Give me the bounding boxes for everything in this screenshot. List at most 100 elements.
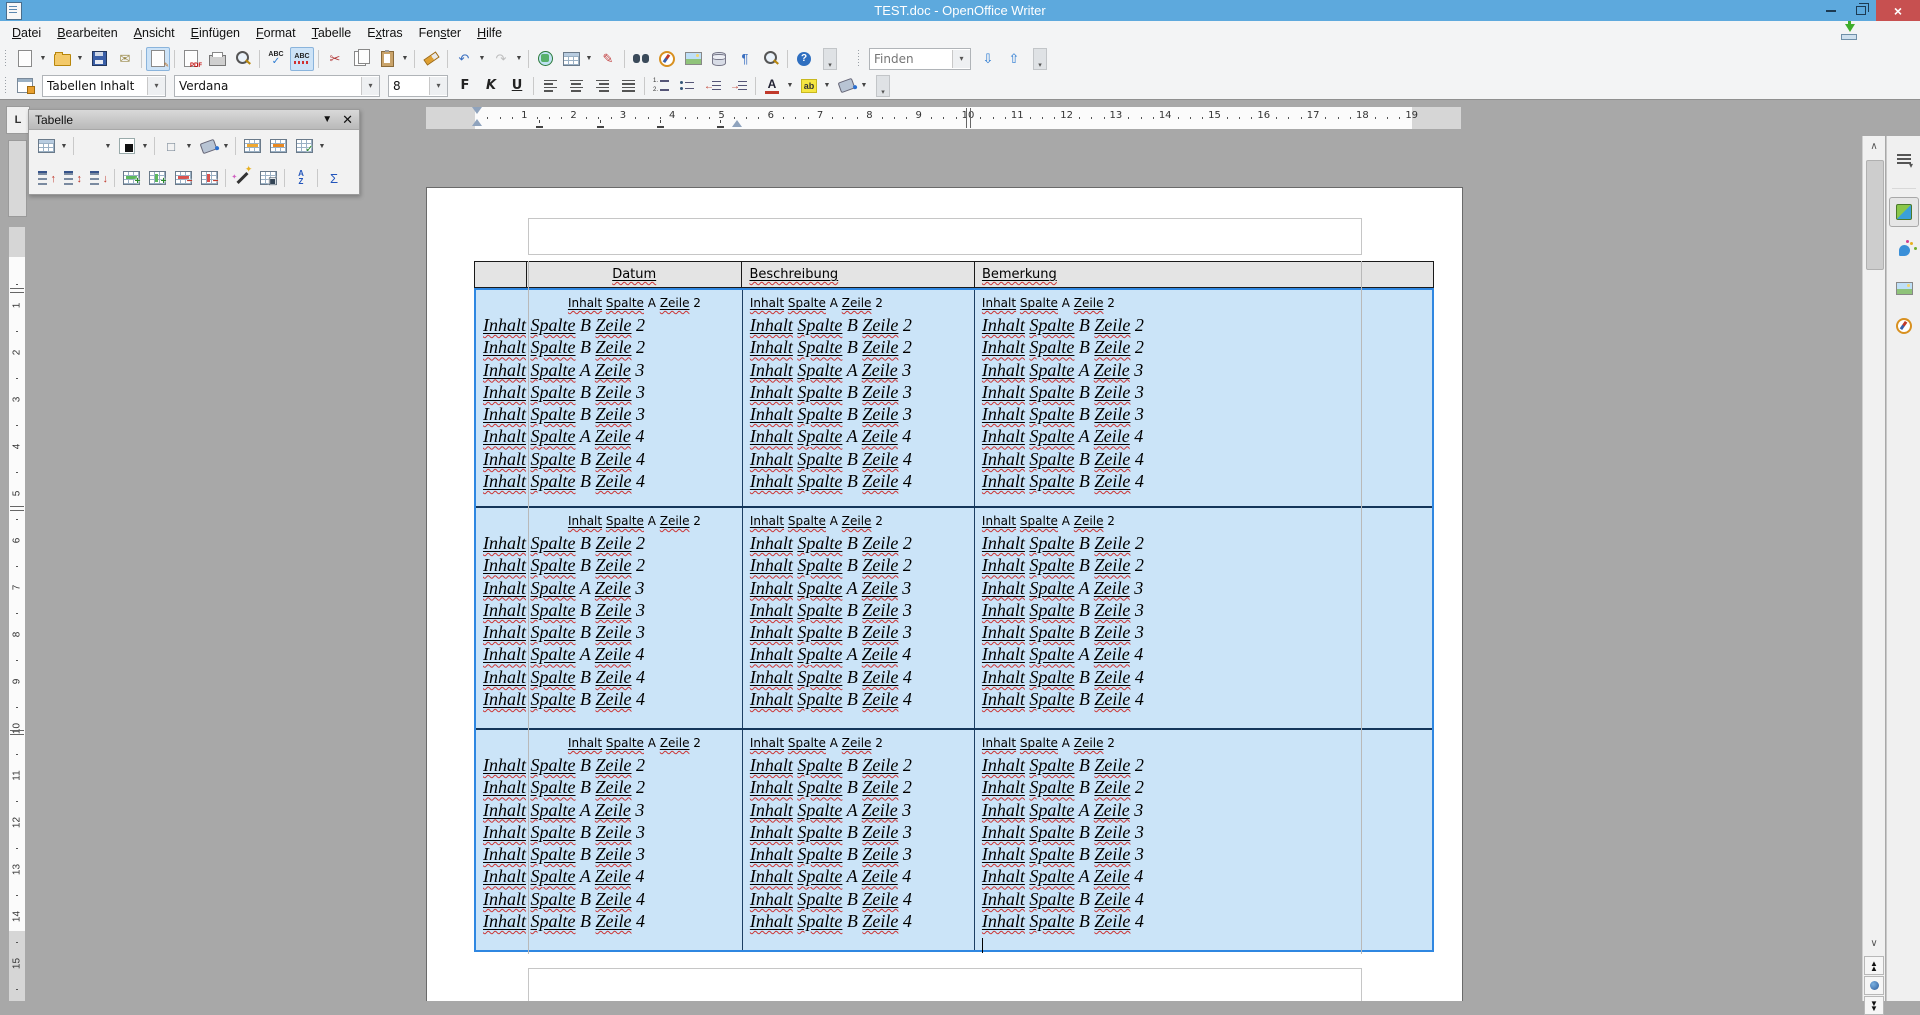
sum-button[interactable]: Σ (322, 166, 346, 190)
menu-einfügen[interactable]: Einfügen (183, 23, 248, 43)
insert-table-button[interactable] (34, 134, 58, 158)
justify-button[interactable] (616, 74, 640, 98)
copy-button[interactable] (349, 47, 373, 71)
export-pdf-button[interactable]: PDF (179, 47, 203, 71)
line-color-button[interactable] (115, 134, 139, 158)
delete-column-button[interactable]: − (197, 166, 221, 190)
increase-indent-button[interactable]: → (727, 74, 751, 98)
table-cell-b3-c3[interactable]: Inhalt Spalte A Zeile 2Inhalt Spalte B Z… (974, 730, 1432, 950)
toolbar-overflow-button[interactable]: ▾ (818, 47, 842, 71)
scroll-up-button[interactable]: ∧ (1864, 137, 1884, 156)
find-toolbar-handle[interactable] (855, 50, 862, 68)
table-background-color-button[interactable] (196, 134, 220, 158)
table-cell-b1-c1[interactable]: Inhalt Spalte A Zeile 2Inhalt Spalte B Z… (476, 290, 742, 506)
styles-panel-button[interactable] (13, 74, 37, 98)
highlighting-dropdown-icon[interactable]: ▼ (822, 75, 832, 97)
font-color-button[interactable]: A (760, 74, 784, 98)
paste-dropdown-icon[interactable]: ▼ (400, 48, 410, 70)
formatting-overflow-button[interactable]: ▾ (871, 74, 895, 98)
previous-page-button[interactable]: ▲▲ (1864, 956, 1884, 975)
table-cell-b2-c1[interactable]: Inhalt Spalte A Zeile 2Inhalt Spalte B Z… (476, 508, 742, 728)
decrease-indent-button[interactable]: ← (701, 74, 725, 98)
menu-hilfe[interactable]: Hilfe (469, 23, 510, 43)
sidebar-tab-styles-and-formatting[interactable] (1889, 235, 1919, 265)
open-button[interactable] (50, 47, 74, 71)
document-page[interactable]: DatumBeschreibungBemerkung Inhalt Spalte… (426, 187, 1463, 1001)
format-paintbrush-button[interactable] (419, 47, 443, 71)
close-button[interactable]: × (1876, 0, 1920, 21)
font-color-dropdown-icon[interactable]: ▼ (785, 75, 795, 97)
delete-row-button[interactable]: − (171, 166, 195, 190)
gallery-button[interactable] (681, 47, 705, 71)
underline-button[interactable]: U (505, 74, 529, 98)
table-properties-button[interactable]: ▣ (256, 166, 280, 190)
formatting-toolbar-handle[interactable] (2, 77, 9, 95)
sort-button[interactable]: AZ (289, 166, 313, 190)
table-header-row[interactable]: DatumBeschreibungBemerkung (474, 261, 1434, 288)
italic-button[interactable]: K (479, 74, 503, 98)
background-color-button[interactable] (834, 74, 858, 98)
toolbar-drag-handle[interactable] (2, 50, 9, 68)
new-document-dropdown-icon[interactable]: ▼ (38, 48, 48, 70)
save-button[interactable] (87, 47, 111, 71)
sidebar-tab-sidebar-settings[interactable] (1889, 144, 1919, 174)
vertical-scrollbar[interactable]: ∧ ∨ ▲▲ ▼▼ (1862, 136, 1885, 1001)
paragraph-style-combobox[interactable]: ▾ (42, 75, 166, 97)
sidebar-tab-properties[interactable] (1889, 197, 1919, 227)
font-name-combobox[interactable]: ▾ (174, 75, 380, 97)
line-style-dropdown-icon[interactable]: ▼ (103, 135, 113, 157)
align-right-button[interactable] (590, 74, 614, 98)
toolbar-menu-icon[interactable]: ▼ (322, 114, 332, 125)
menu-tabelle[interactable]: Tabelle (304, 23, 360, 43)
formatting-marks-button[interactable]: ¶ (733, 47, 757, 71)
borders-dropdown-icon[interactable]: ▼ (184, 135, 194, 157)
sidebar-tab-navigator[interactable] (1889, 311, 1919, 341)
update-available-icon[interactable] (1840, 23, 1858, 41)
align-left-button[interactable] (538, 74, 562, 98)
new-document-button[interactable] (13, 47, 37, 71)
table-background-color-dropdown-icon[interactable]: ▼ (221, 135, 231, 157)
table-cell-b1-c3[interactable]: Inhalt Spalte A Zeile 2Inhalt Spalte B Z… (974, 290, 1432, 506)
bullet-list-button[interactable] (675, 74, 699, 98)
line-color-dropdown-icon[interactable]: ▼ (140, 135, 150, 157)
align-bottom-button[interactable]: ↓ (86, 166, 110, 190)
table-floating-toolbar[interactable]: Tabelle ▼ ✕ ▼▼▼□▼▼✓▼ ↑↕↓++−−▣AZΣ (28, 109, 360, 195)
paste-button[interactable] (375, 47, 399, 71)
open-dropdown-icon[interactable]: ▼ (75, 48, 85, 70)
undo-dropdown-icon[interactable]: ▼ (477, 48, 487, 70)
line-style-button[interactable] (78, 134, 102, 158)
font-size-combobox[interactable]: ▾ (388, 75, 448, 97)
scrollbar-thumb[interactable] (1866, 160, 1884, 270)
menu-bearbeiten[interactable]: Bearbeiten (49, 23, 125, 43)
scroll-down-button[interactable]: ∨ (1864, 934, 1884, 953)
insert-row-button[interactable]: + (119, 166, 143, 190)
paragraph-style-input[interactable] (43, 78, 147, 94)
font-dropdown-icon[interactable]: ▾ (361, 77, 379, 95)
find-previous-button[interactable]: ⇧ (1002, 47, 1026, 71)
background-color-dropdown-icon[interactable]: ▼ (859, 75, 869, 97)
borders-button[interactable]: □ (159, 134, 183, 158)
font-name-input[interactable] (175, 78, 361, 94)
hyperlink-button[interactable] (533, 47, 557, 71)
draw-functions-button[interactable]: ✎ (596, 47, 620, 71)
help-button[interactable]: ? (792, 47, 816, 71)
table-cell-b2-c2[interactable]: Inhalt Spalte A Zeile 2Inhalt Spalte B Z… (742, 508, 974, 728)
split-cells-button[interactable] (266, 134, 290, 158)
table-body[interactable]: Inhalt Spalte A Zeile 2Inhalt Spalte B Z… (474, 288, 1434, 952)
sidebar-tab-gallery[interactable] (1889, 273, 1919, 303)
print-button[interactable] (205, 47, 229, 71)
menu-fenster[interactable]: Fenster (411, 23, 469, 43)
menu-ansicht[interactable]: Ansicht (126, 23, 183, 43)
navigation-button[interactable] (1864, 976, 1884, 995)
center-vertical-button[interactable]: ↕ (60, 166, 84, 190)
header-cell-beschreibung[interactable]: Beschreibung (741, 262, 974, 287)
header-cell-bemerkung[interactable]: Bemerkung (974, 262, 1433, 287)
table-cell-b2-c3[interactable]: Inhalt Spalte A Zeile 2Inhalt Spalte B Z… (974, 508, 1432, 728)
header-cell-empty[interactable] (475, 262, 526, 287)
table-toolbar-titlebar[interactable]: Tabelle ▼ ✕ (29, 110, 359, 130)
insert-table-dropdown-icon[interactable]: ▼ (59, 135, 69, 157)
size-dropdown-icon[interactable]: ▾ (429, 77, 447, 95)
email-button[interactable]: ✉ (113, 47, 137, 71)
numbered-list-button[interactable]: 1.2. (649, 74, 673, 98)
find-input[interactable] (870, 51, 952, 67)
